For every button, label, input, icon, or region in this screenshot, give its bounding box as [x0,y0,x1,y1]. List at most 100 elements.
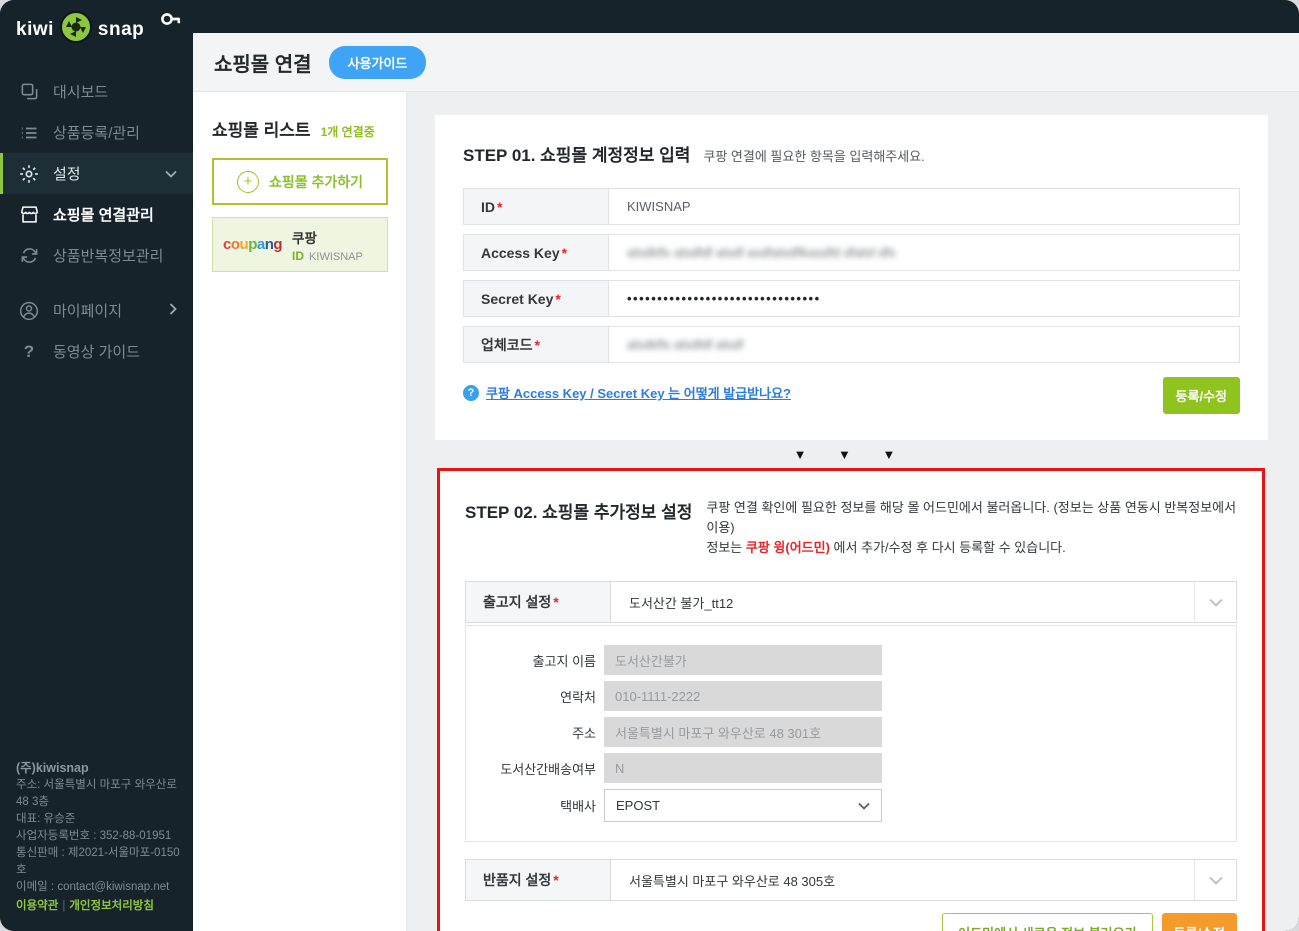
required-mark: * [555,290,561,307]
return-address-select[interactable]: 서울특별시 마포구 와우산로 48 305호 [611,860,1236,900]
required-mark: * [534,336,540,353]
step2-description: 쿠팡 연결 확인에 필요한 정보를 해당 몰 어드민에서 불러옵니다. (정보는… [706,498,1237,558]
company-address: 주소: 서울특별시 마포구 와우산로 48 3층 [16,779,177,808]
step1-submit-button[interactable]: 등록/수정 [1162,377,1240,414]
label-text: 출고지 설정 [483,594,552,610]
step2-submit-button[interactable]: 등록/수정 [1161,913,1237,931]
required-mark: * [553,872,559,888]
required-mark: * [497,198,503,215]
business-number: 사업자등록번호 : 352-88-01951 [16,830,172,842]
shipping-origin-row: 출고지 설정 * 도서산간 불가_tt12 [465,581,1237,623]
page-header: 쇼핑몰 연결 사용가이드 [193,33,1299,92]
key-icon[interactable] [160,10,186,28]
field-label: ID * [464,189,609,224]
detail-label: 출고지 이름 [532,653,596,669]
sidebar-menu: 대시보드 상품등록/관리 설정 쇼핑몰 연결관리 상품반복정보관리 마이페이지 … [0,71,193,372]
courier-select[interactable]: EPOST [604,789,882,822]
step1-card: STEP 01. 쇼핑몰 계정정보 입력 쿠팡 연결에 필요한 항목을 입력해주… [435,115,1268,440]
sidebar-item-mall-connection[interactable]: 쇼핑몰 연결관리 [0,194,193,235]
logo-text-kiwi: kiwi [16,18,54,40]
chevron-down-icon [165,165,177,182]
step2-desc-line2-suffix: 에서 추가/수정 후 다시 등록할 수 있습니다. [829,540,1066,555]
field-label: Access Key * [464,235,609,270]
sidebar-item-mypage[interactable]: 마이페이지 [0,290,193,331]
sidebar-item-dashboard[interactable]: 대시보드 [0,71,193,112]
company-name: (주)kiwisnap [16,761,89,775]
divider-arrows-icon: ▼ ▼ ▼ [793,447,910,462]
coupang-logo: coupang [223,236,283,253]
field-row-id: ID * KIWISNAP [463,188,1240,225]
usage-guide-button[interactable]: 사용가이드 [328,45,427,79]
mall-id-label: ID [292,248,305,263]
company-ceo: 대표: 유승준 [16,813,76,825]
field-row-access-key: Access Key * alsdkfls alsdfdf alsdf asdfa… [463,234,1240,271]
ecommerce-number: 통신판매 : 제2021-서울마포-0150호 [16,847,180,876]
return-address-row: 반품지 설정 * 서울특별시 마포구 와우산로 48 305호 [465,859,1237,901]
fetch-from-admin-button[interactable]: 어드민에서 새로운 정보 불러오기 [942,913,1153,931]
sidebar-item-label: 대시보드 [53,84,109,101]
sidebar: kiwi snap 대시보드 상품등록/관리 설정 쇼핑몰 연결관리 상품반복정… [0,0,193,931]
mall-id-value: KIWISNAP [309,250,363,263]
terms-link[interactable]: 이용약관 [16,900,58,912]
secret-key-input[interactable]: •••••••••••••••••••••••••••••••• [609,281,1239,316]
dashboard-icon [18,82,40,101]
question-icon: ? [23,341,35,361]
field-label: 반품지 설정 * [466,860,611,900]
app-window: kiwi snap 대시보드 상품등록/관리 설정 쇼핑몰 연결관리 상품반복정… [0,0,1299,931]
vendor-code-input[interactable]: alsdkfls alsdfdf alsdf [609,327,1239,362]
label-text: ID [481,198,495,215]
detail-label: 연락처 [560,689,596,705]
connected-count-badge: 1개 연결중 [320,125,375,139]
link-separator: | [62,900,66,912]
sidebar-footer: (주)kiwisnap 주소: 서울특별시 마포구 와우산로 48 3층 대표:… [16,760,183,915]
sidebar-item-label: 쇼핑몰 연결관리 [53,207,154,224]
sidebar-item-label: 상품반복정보관리 [53,248,164,265]
mall-id: ID KIWISNAP [292,249,363,263]
chevron-down-icon [858,802,870,810]
mall-name: 쿠팡 [292,230,317,246]
field-label: 업체코드 * [464,327,609,362]
sidebar-item-label: 설정 [53,166,81,183]
add-mall-label: 쇼핑몰 추가하기 [268,173,364,190]
plus-circle-icon: + [236,170,259,193]
detail-row-remote-delivery: 도서산간배송여부 N [466,753,1236,783]
sidebar-item-products[interactable]: 상품등록/관리 [0,112,193,153]
page-title: 쇼핑몰 연결 [214,53,312,76]
step2-title: STEP 02. 쇼핑몰 추가정보 설정 [465,503,693,522]
field-label: Secret Key * [464,281,609,316]
contact-input-disabled: 010-1111-2222 [604,681,882,711]
refresh-icon [18,246,40,265]
origin-name-input-disabled: 도서산간불가 [604,645,882,675]
step2-submit-label: 등록/수정 [1174,926,1225,931]
sidebar-item-repeat-info[interactable]: 상품반복정보관리 [0,235,193,276]
connected-mall-card-coupang[interactable]: coupang 쿠팡 ID KIWISNAP [212,217,388,272]
shipping-origin-select[interactable]: 도서산간 불가_tt12 [611,582,1236,622]
detail-row-name: 출고지 이름 도서산간불가 [466,645,1236,675]
gear-icon [18,164,40,184]
api-key-help-link[interactable]: 쿠팡 Access Key / Secret Key 는 어떻게 발급받나요? [486,383,791,402]
sidebar-item-label: 상품등록/관리 [53,125,140,142]
step2-card-highlighted: STEP 02. 쇼핑몰 추가정보 설정 쿠팡 연결 확인에 필요한 정보를 해… [437,468,1265,931]
user-icon [18,301,40,321]
access-key-input[interactable]: alsdkfls alsdfdf alsdf asdfalsdflkasdfd … [609,235,1239,270]
remote-delivery-input-disabled: N [604,753,882,783]
step2-desc-highlight: 쿠팡 윙(어드민) [745,540,830,555]
field-row-secret-key: Secret Key * ••••••••••••••••••••••••••••… [463,280,1240,317]
label-text: Secret Key [481,290,554,307]
storefront-icon [18,205,40,224]
add-mall-button[interactable]: + 쇼핑몰 추가하기 [212,158,388,205]
camera-shutter-icon [59,10,93,49]
chevron-down-icon [1194,582,1236,622]
field-label: 출고지 설정 * [466,582,611,622]
address-input-disabled: 서울특별시 마포구 와우산로 48 301호 [604,717,882,747]
return-address-value: 서울특별시 마포구 와우산로 48 305호 [629,873,836,889]
detail-label: 도서산간배송여부 [500,761,596,777]
id-input[interactable]: KIWISNAP [609,189,1239,224]
courier-value: EPOST [616,798,661,813]
sidebar-item-video-guide[interactable]: ? 동영상 가이드 [0,331,193,372]
label-text: Access Key [481,244,560,261]
step2-desc-line2-prefix: 정보는 [706,540,746,555]
sidebar-item-settings[interactable]: 설정 [0,153,193,194]
step2-desc-line1: 쿠팡 연결 확인에 필요한 정보를 해당 몰 어드민에서 불러옵니다. (정보는… [706,500,1237,535]
privacy-link[interactable]: 개인정보처리방침 [69,900,154,912]
